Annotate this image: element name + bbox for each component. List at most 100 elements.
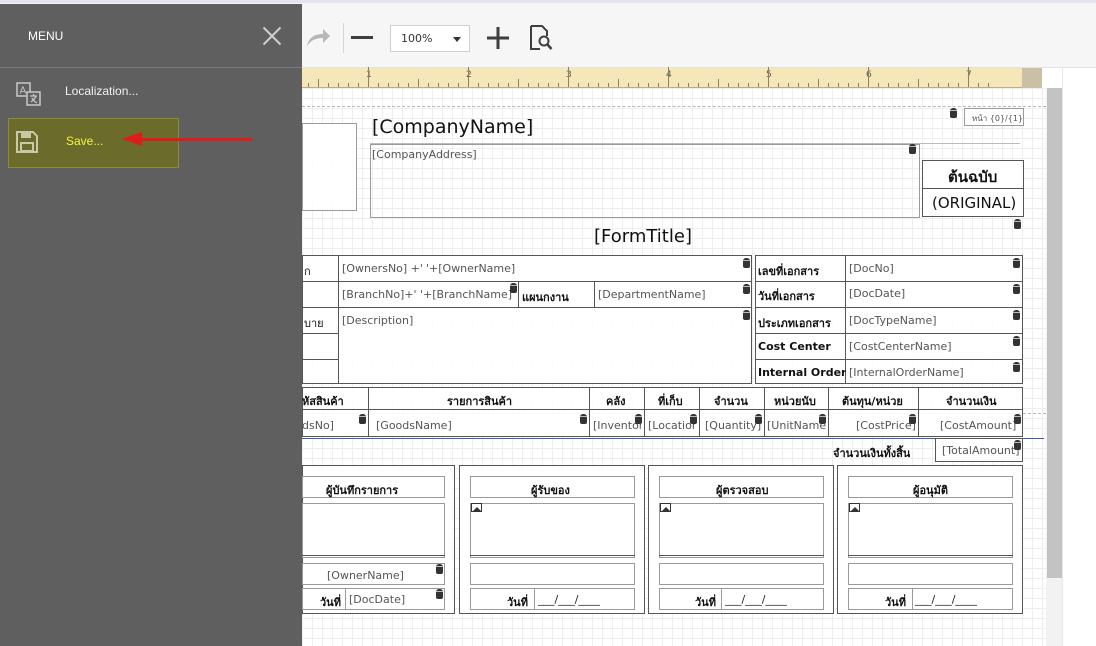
save-icon xyxy=(16,131,38,157)
data-source-icon xyxy=(510,283,517,293)
cost-center-label: Cost Center xyxy=(758,340,831,353)
ruler-tick xyxy=(758,83,759,87)
divider xyxy=(828,388,829,437)
signature-date-blank: ___/___/____ xyxy=(725,593,788,606)
signature-title-approver: ผู้อนุมัติ xyxy=(913,484,948,497)
zoom-in-icon[interactable] xyxy=(481,21,515,55)
data-source-icon xyxy=(436,589,443,599)
ruler-tick xyxy=(368,67,369,87)
doc-no-field[interactable]: [DocNo] xyxy=(849,262,894,275)
col-header-cost-price: ต้นทุน/หน่วย xyxy=(842,395,903,408)
ruler-tick xyxy=(658,83,659,87)
branch-name-field[interactable]: '+[BranchName] xyxy=(420,288,512,301)
signature-date-label: วันที่ xyxy=(320,596,341,609)
divider xyxy=(699,388,700,437)
branch-no-field[interactable]: [BranchNo]+' xyxy=(342,288,417,301)
col-header-goods-code: หัสสินค้า xyxy=(302,395,344,408)
ruler-tick xyxy=(548,83,549,87)
divider xyxy=(338,256,339,384)
ruler-tick xyxy=(538,83,539,87)
internal-order-field[interactable]: [InternalOrderName] xyxy=(849,366,964,379)
ruler-tick xyxy=(938,83,939,87)
data-source-icon xyxy=(1013,336,1020,346)
signature-owner-name-field[interactable]: [OwnerName] xyxy=(327,569,404,582)
company-name-field[interactable]: [CompanyName] xyxy=(372,116,533,138)
ruler-tick xyxy=(378,83,379,87)
cell-cost-amount[interactable]: [CostAmount] xyxy=(940,419,1016,432)
total-amount-field[interactable]: [TotalAmount] xyxy=(942,444,1020,457)
close-icon[interactable] xyxy=(258,22,286,50)
cell-cost-price[interactable]: [CostPrice] xyxy=(856,419,916,432)
data-source-icon xyxy=(359,414,366,424)
data-source-icon xyxy=(1014,219,1021,229)
zoom-out-icon[interactable] xyxy=(345,21,379,55)
ruler-tick xyxy=(408,83,409,87)
description-field[interactable]: [Description] xyxy=(342,314,413,327)
ruler-tick xyxy=(508,83,509,87)
redo-icon[interactable] xyxy=(301,21,335,55)
ruler-tick xyxy=(668,67,669,87)
menu-item-save[interactable]: Save... xyxy=(8,118,179,168)
divider xyxy=(302,281,752,282)
cost-center-field[interactable]: [CostCenterName] xyxy=(849,340,952,353)
ruler-tick xyxy=(518,79,519,87)
menu-header: MENU xyxy=(0,4,302,68)
signature-date-label: วันที่ xyxy=(507,596,528,609)
doc-type-field[interactable]: [DocTypeName] xyxy=(849,314,937,327)
divider xyxy=(644,388,645,437)
ruler-tick xyxy=(828,83,829,87)
scrollbar-thumb[interactable] xyxy=(1047,88,1062,578)
signature-area xyxy=(848,503,1013,558)
department-name-field[interactable]: [DepartmentName] xyxy=(598,288,706,301)
zoom-select[interactable]: 100% xyxy=(390,25,470,52)
ruler-tick xyxy=(558,83,559,87)
cell-location[interactable]: [Location xyxy=(648,419,696,432)
ruler-tick xyxy=(338,83,339,87)
data-source-icon xyxy=(1013,310,1020,320)
ruler-tick xyxy=(638,83,639,87)
ruler-tick xyxy=(898,83,899,87)
cell-quantity[interactable]: [Quantity] xyxy=(705,419,761,432)
form-title-field[interactable]: [FormTitle] xyxy=(594,226,692,247)
ruler-tick xyxy=(418,79,419,87)
svg-text:A: A xyxy=(20,86,27,97)
ruler-tick xyxy=(818,79,819,87)
col-header-warehouse: คลัง xyxy=(606,395,626,408)
data-source-icon xyxy=(755,414,762,424)
preview-icon[interactable] xyxy=(524,21,558,55)
ruler-tick xyxy=(978,83,979,87)
report-design-surface[interactable]: [CompanyName] [CompanyAddress] หน้า {0}/… xyxy=(302,88,1046,646)
divider xyxy=(755,307,1023,308)
ruler-tick xyxy=(878,83,879,87)
menu-title: MENU xyxy=(28,29,64,43)
owner-name-field[interactable]: '+[OwnerName] xyxy=(426,262,515,275)
doc-date-label: วันที่เอกสาร xyxy=(758,290,815,303)
cell-unit[interactable]: [UnitName] xyxy=(767,419,827,432)
ruler-tick xyxy=(958,83,959,87)
ruler-tick xyxy=(448,83,449,87)
cell-goods-name[interactable]: [GoodsName] xyxy=(376,419,452,432)
divider xyxy=(589,388,590,437)
cell-warehouse[interactable]: [Inventor xyxy=(593,419,641,432)
owners-no-field[interactable]: [OwnersNo] +' xyxy=(342,262,423,275)
divider xyxy=(918,388,919,437)
divider xyxy=(845,256,846,384)
ruler-tick xyxy=(628,83,629,87)
ruler-tick xyxy=(308,83,309,87)
signature-date-label: วันที่ xyxy=(695,596,716,609)
menu-panel: MENU A Localization... Save... xyxy=(0,4,302,646)
signature-title-recorder: ผู้บันทึกรายการ xyxy=(326,484,399,497)
col-header-location: ที่เก็บ xyxy=(658,395,683,408)
signature-date-field[interactable]: [DocDate] xyxy=(349,593,405,606)
menu-item-label: Save... xyxy=(66,134,104,148)
divider xyxy=(345,588,346,610)
logo-placeholder[interactable] xyxy=(302,123,357,211)
signature-date-label: วันที่ xyxy=(885,596,906,609)
doc-date-field[interactable]: [DocDate] xyxy=(849,287,905,300)
menu-item-localization[interactable]: A Localization... xyxy=(8,69,179,119)
ruler-tick xyxy=(388,83,389,87)
zoom-value: 100% xyxy=(401,32,433,45)
divider xyxy=(534,588,535,610)
data-source-icon xyxy=(819,414,826,424)
cell-goods-code[interactable]: dsNo] xyxy=(302,419,334,432)
